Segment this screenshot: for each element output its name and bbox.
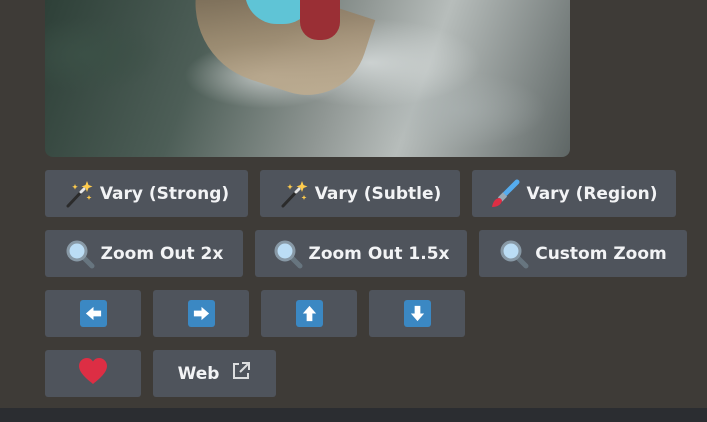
web-label: Web — [177, 363, 220, 384]
magic-wand-icon — [64, 179, 94, 209]
zoom-out-2x-button[interactable]: Zoom Out 2x — [45, 230, 243, 277]
zoom-out-2x-label: Zoom Out 2x — [100, 243, 224, 264]
vary-subtle-label: Vary (Subtle) — [314, 183, 442, 204]
vary-strong-button[interactable]: Vary (Strong) — [45, 170, 248, 217]
pan-up-button[interactable] — [261, 290, 357, 337]
paintbrush-icon — [490, 179, 520, 209]
arrow-up-icon — [295, 300, 323, 327]
magnifier-icon — [273, 239, 303, 269]
pan-down-button[interactable] — [369, 290, 465, 337]
magic-wand-icon — [279, 179, 309, 209]
figure-shape — [300, 0, 340, 40]
heart-icon — [78, 357, 108, 390]
external-link-icon — [231, 361, 251, 386]
magnifier-icon — [65, 239, 95, 269]
message-input-bar — [0, 408, 707, 422]
arrow-left-icon — [79, 300, 107, 327]
magnifier-icon — [499, 239, 529, 269]
favorite-button[interactable] — [45, 350, 141, 397]
arrow-right-icon — [187, 300, 215, 327]
pan-right-button[interactable] — [153, 290, 249, 337]
vary-subtle-button[interactable]: Vary (Subtle) — [260, 170, 460, 217]
arrow-down-icon — [403, 300, 431, 327]
generated-image[interactable] — [45, 0, 570, 157]
zoom-out-1-5x-label: Zoom Out 1.5x — [308, 243, 450, 264]
vary-region-label: Vary (Region) — [526, 183, 658, 204]
zoom-out-1-5x-button[interactable]: Zoom Out 1.5x — [255, 230, 467, 277]
custom-zoom-label: Custom Zoom — [535, 243, 667, 264]
vary-region-button[interactable]: Vary (Region) — [472, 170, 676, 217]
pan-left-button[interactable] — [45, 290, 141, 337]
vary-strong-label: Vary (Strong) — [99, 183, 230, 204]
custom-zoom-button[interactable]: Custom Zoom — [479, 230, 687, 277]
web-link-button[interactable]: Web — [153, 350, 276, 397]
